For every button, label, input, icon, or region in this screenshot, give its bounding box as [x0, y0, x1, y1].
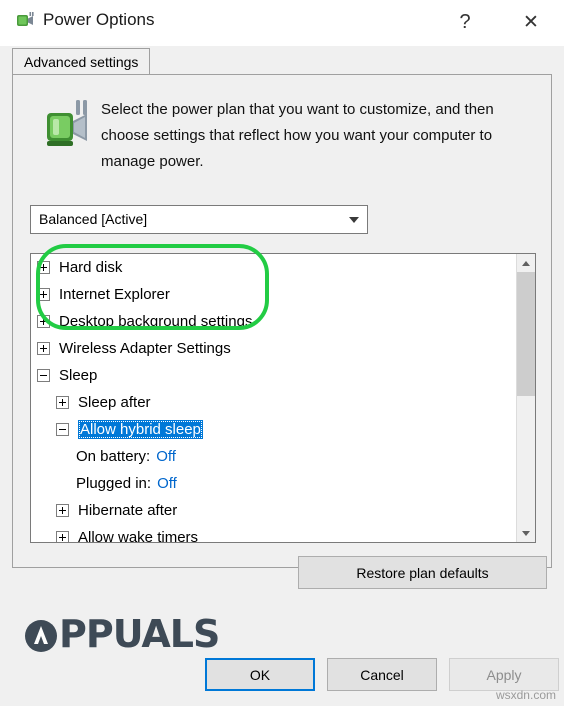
- tree-item-sleep[interactable]: Sleep: [31, 362, 518, 389]
- settings-scrollbar[interactable]: [516, 254, 535, 542]
- tree-item-label: Sleep: [59, 367, 98, 384]
- help-button[interactable]: ?: [442, 0, 488, 44]
- scrollbar-thumb[interactable]: [517, 272, 535, 396]
- power-plan-combobox[interactable]: Balanced [Active]: [30, 205, 368, 234]
- power-options-window: Power Options ? ✕ Advanced settings Sele…: [0, 0, 564, 706]
- setting-plugged-in[interactable]: Plugged in: Off: [31, 470, 518, 497]
- scroll-down-icon[interactable]: [517, 524, 535, 542]
- appuals-logo-icon: [24, 618, 58, 652]
- settings-treeview[interactable]: Hard disk Internet Explorer Desktop back…: [30, 253, 536, 543]
- tree-item-label: Hard disk: [59, 259, 123, 276]
- tree-item-allow-wake-timers[interactable]: Allow wake timers: [31, 524, 518, 542]
- tree-item-label: Hibernate after: [78, 502, 178, 519]
- setting-label: On battery:: [76, 448, 151, 465]
- expand-icon[interactable]: [56, 504, 69, 517]
- power-plug-icon: [41, 97, 95, 157]
- setting-value[interactable]: Off: [157, 475, 177, 492]
- site-watermark: wsxdn.com: [495, 688, 556, 702]
- tree-item-label: Internet Explorer: [59, 286, 170, 303]
- window-title: Power Options: [43, 10, 155, 29]
- collapse-icon[interactable]: [56, 423, 69, 436]
- settings-tree-content: Hard disk Internet Explorer Desktop back…: [31, 254, 518, 542]
- title-bar: Power Options ? ✕: [0, 0, 564, 46]
- tree-item-allow-hybrid-sleep[interactable]: Allow hybrid sleep: [31, 416, 518, 443]
- setting-label: Plugged in:: [76, 475, 152, 492]
- apply-button: Apply: [449, 658, 559, 691]
- close-button[interactable]: ✕: [508, 0, 554, 44]
- tab-strip: Advanced settings: [12, 45, 552, 75]
- cancel-button[interactable]: Cancel: [327, 658, 437, 691]
- tree-item-desktop-background-settings[interactable]: Desktop background settings: [31, 308, 518, 335]
- scroll-up-icon[interactable]: [517, 254, 535, 272]
- expand-icon[interactable]: [37, 342, 50, 355]
- restore-plan-defaults-button[interactable]: Restore plan defaults: [298, 556, 547, 589]
- chevron-down-icon: [349, 217, 359, 223]
- appuals-watermark: PPUALS: [24, 612, 220, 656]
- collapse-icon[interactable]: [37, 369, 50, 382]
- tree-item-hibernate-after[interactable]: Hibernate after: [31, 497, 518, 524]
- tree-item-label: Wireless Adapter Settings: [59, 340, 231, 357]
- ok-button[interactable]: OK: [205, 658, 315, 691]
- setting-on-battery[interactable]: On battery: Off: [31, 443, 518, 470]
- tree-item-label: Desktop background settings: [59, 313, 253, 330]
- tree-item-hard-disk[interactable]: Hard disk: [31, 254, 518, 281]
- tree-item-wireless-adapter-settings[interactable]: Wireless Adapter Settings: [31, 335, 518, 362]
- appuals-text: PPUALS: [59, 612, 220, 656]
- expand-icon[interactable]: [37, 315, 50, 328]
- tree-item-sleep-after[interactable]: Sleep after: [31, 389, 518, 416]
- setting-value[interactable]: Off: [156, 448, 176, 465]
- expand-icon[interactable]: [37, 288, 50, 301]
- advanced-settings-panel: Select the power plan that you want to c…: [12, 74, 552, 589]
- panel-description: Select the power plan that you want to c…: [101, 101, 494, 170]
- plug-battery-icon: [14, 9, 36, 31]
- tree-item-internet-explorer[interactable]: Internet Explorer: [31, 281, 518, 308]
- tab-advanced-settings[interactable]: Advanced settings: [12, 48, 151, 75]
- tree-item-label: Allow hybrid sleep: [78, 420, 203, 439]
- power-plan-value: Balanced [Active]: [39, 211, 148, 227]
- tree-item-label: Allow wake timers: [78, 529, 199, 542]
- expand-icon[interactable]: [37, 261, 50, 274]
- expand-icon[interactable]: [56, 531, 69, 542]
- tree-item-label: Sleep after: [78, 394, 151, 411]
- expand-icon[interactable]: [56, 396, 69, 409]
